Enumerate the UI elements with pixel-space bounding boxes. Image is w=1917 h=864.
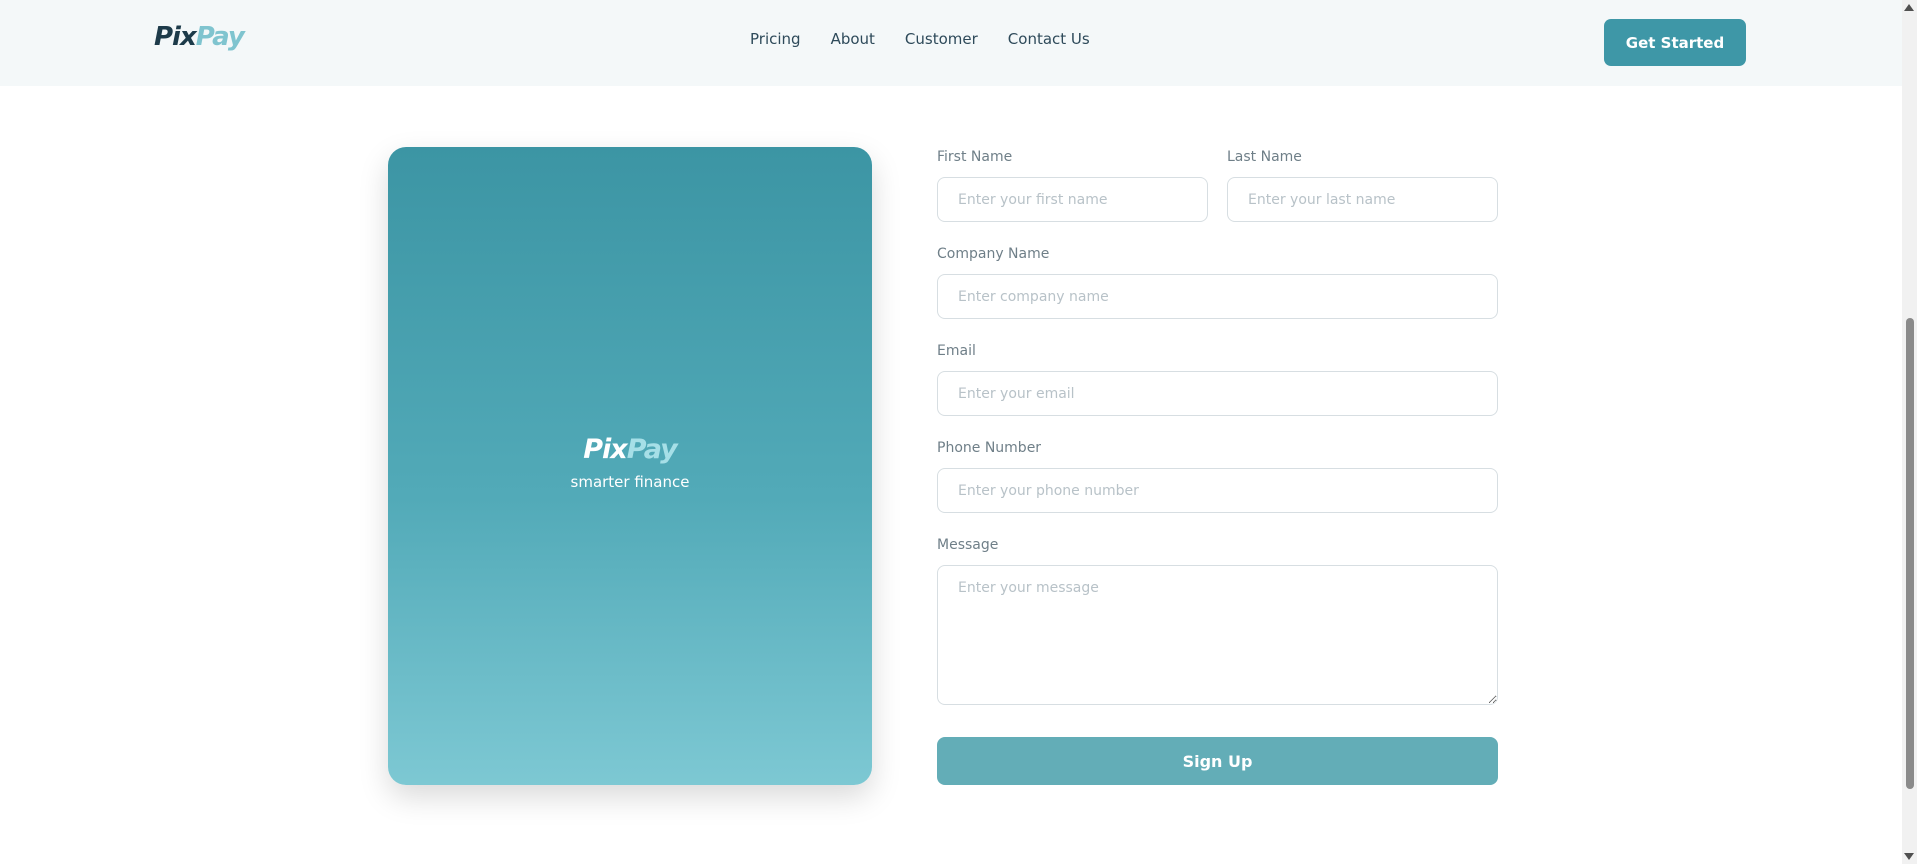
phone-number-label: Phone Number xyxy=(937,440,1042,456)
company-name-input[interactable] xyxy=(937,274,1498,319)
hero-tagline: smarter finance xyxy=(570,473,690,491)
nav-link-contact-us[interactable]: Contact Us xyxy=(1008,30,1090,48)
sign-up-button[interactable]: Sign Up xyxy=(937,737,1498,785)
nav-link-about[interactable]: About xyxy=(831,30,875,48)
hero-logo-text-pix: Pix xyxy=(583,434,627,465)
nav-link-pricing[interactable]: Pricing xyxy=(750,30,801,48)
last-name-group: Last Name xyxy=(1227,149,1498,222)
phone-number-input[interactable] xyxy=(937,468,1498,513)
company-name-label: Company Name xyxy=(937,246,1050,262)
scroll-down-arrow-icon[interactable] xyxy=(1904,853,1914,860)
last-name-input[interactable] xyxy=(1227,177,1498,222)
last-name-label: Last Name xyxy=(1227,149,1302,165)
nav-link-customer[interactable]: Customer xyxy=(905,30,978,48)
phone-number-group: Phone Number xyxy=(937,440,1498,513)
logo-text-pay: Pay xyxy=(195,22,245,52)
navbar: PixPay Pricing About Customer Contact Us… xyxy=(0,0,1902,86)
first-name-group: First Name xyxy=(937,149,1208,222)
hero-logo: PixPay xyxy=(388,434,872,465)
vertical-scrollbar[interactable] xyxy=(1902,0,1917,864)
first-name-input[interactable] xyxy=(937,177,1208,222)
email-label: Email xyxy=(937,343,976,359)
email-group: Email xyxy=(937,343,1498,416)
message-group: Message xyxy=(937,537,1498,710)
scroll-up-arrow-icon[interactable] xyxy=(1904,4,1914,11)
email-input[interactable] xyxy=(937,371,1498,416)
logo-text-pix: Pix xyxy=(154,22,197,52)
message-label: Message xyxy=(937,537,999,553)
message-textarea[interactable] xyxy=(937,565,1498,705)
hero-card: PixPay smarter finance xyxy=(388,147,872,785)
scrollbar-thumb[interactable] xyxy=(1906,318,1914,789)
logo[interactable]: PixPay xyxy=(154,22,245,52)
first-name-label: First Name xyxy=(937,149,1013,165)
company-name-group: Company Name xyxy=(937,246,1498,319)
hero-logo-text-pay: Pay xyxy=(626,434,678,465)
get-started-button[interactable]: Get Started xyxy=(1604,19,1746,66)
nav-links: Pricing About Customer Contact Us xyxy=(750,30,1090,48)
